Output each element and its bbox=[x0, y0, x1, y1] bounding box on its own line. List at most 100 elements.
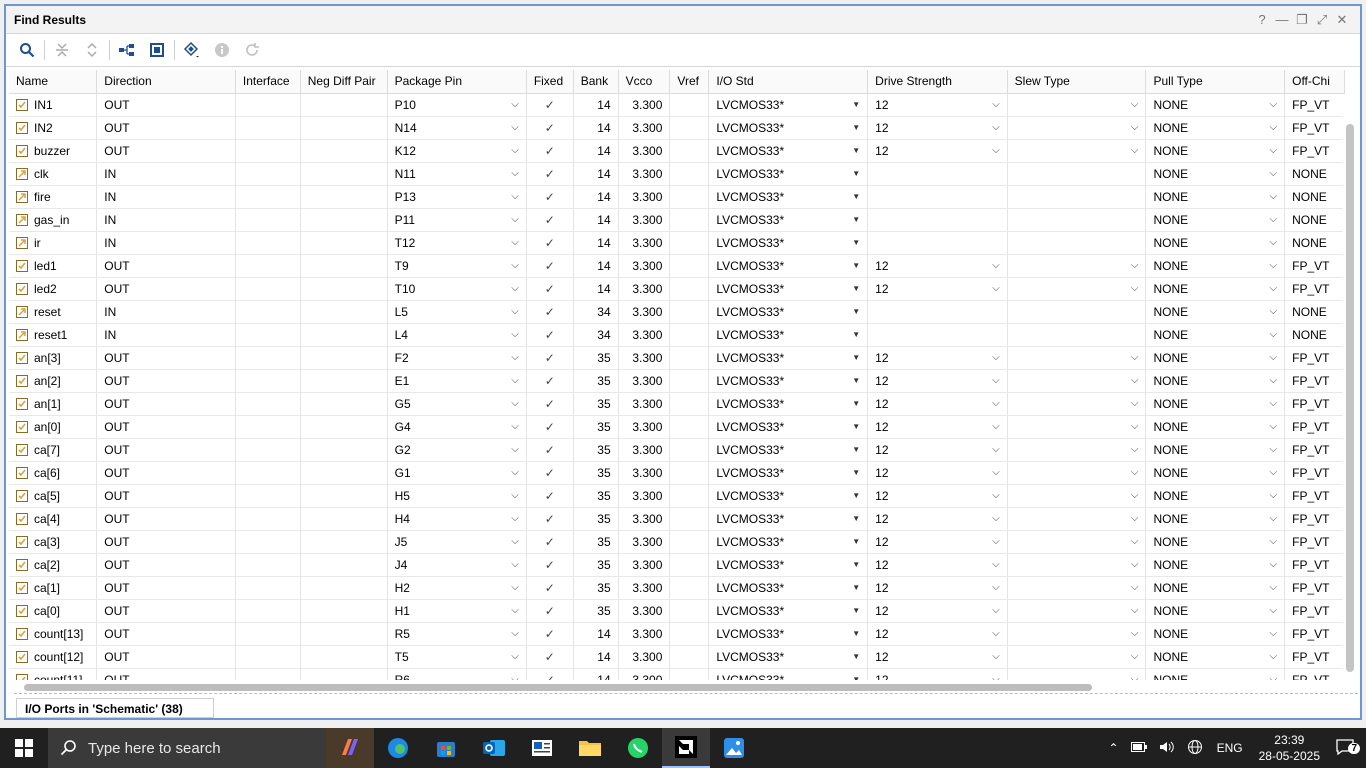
fixed-checkbox[interactable]: ✓ bbox=[526, 576, 574, 600]
taskbar-search-box[interactable]: Type here to search bbox=[48, 728, 326, 768]
package-pin-cell[interactable]: H4 ⌵ bbox=[387, 507, 527, 531]
neg-diff-pair-cell[interactable] bbox=[300, 507, 388, 531]
interface-cell[interactable] bbox=[235, 438, 301, 462]
chevron-down-icon[interactable]: ⌵ bbox=[511, 283, 519, 294]
drive-strength-cell[interactable]: 12 ⌵ bbox=[867, 93, 1008, 117]
direction-cell[interactable]: OUT bbox=[96, 116, 236, 140]
horizontal-scrollbar-thumb[interactable] bbox=[24, 684, 1092, 691]
chevron-down-icon[interactable]: ⌵ bbox=[992, 605, 1000, 616]
neg-diff-pair-cell[interactable] bbox=[300, 231, 388, 255]
column-header[interactable]: Off-Chi bbox=[1284, 70, 1345, 94]
results-tab[interactable]: I/O Ports in 'Schematic' (38) bbox=[16, 698, 214, 718]
table-row[interactable]: led2 OUT T10 ⌵ ✓ 14 3.300 LVCMOS33* ▼ 12 ⌵ … bbox=[9, 277, 1345, 301]
package-pin-cell[interactable]: J4 ⌵ bbox=[387, 553, 527, 577]
table-row[interactable]: IN1 OUT P10 ⌵ ✓ 14 3.300 LVCMOS33* ▼ 12 ⌵ ⌵… bbox=[9, 93, 1345, 117]
port-name-cell[interactable]: ca[7] bbox=[9, 438, 98, 462]
dropdown-arrow-icon[interactable]: ▼ bbox=[852, 376, 860, 385]
neg-diff-pair-cell[interactable] bbox=[300, 139, 388, 163]
drive-strength-cell[interactable]: 12 ⌵ bbox=[867, 277, 1008, 301]
port-name-cell[interactable]: count[13] bbox=[9, 622, 98, 646]
dropdown-arrow-icon[interactable]: ▼ bbox=[852, 514, 860, 523]
off-chip-termination-cell[interactable]: FP_VT bbox=[1284, 369, 1345, 393]
package-pin-cell[interactable]: T12 ⌵ bbox=[387, 231, 527, 255]
port-name-cell[interactable]: an[2] bbox=[9, 369, 98, 393]
neg-diff-pair-cell[interactable] bbox=[300, 484, 388, 508]
chevron-down-icon[interactable]: ⌵ bbox=[511, 536, 519, 547]
slew-type-cell[interactable] bbox=[1007, 208, 1147, 232]
group-icon[interactable] bbox=[142, 37, 172, 63]
package-pin-cell[interactable]: P11 ⌵ bbox=[387, 208, 527, 232]
slew-type-cell[interactable] bbox=[1007, 323, 1147, 347]
pull-type-cell[interactable]: NONE ⌵ bbox=[1145, 392, 1286, 416]
neg-diff-pair-cell[interactable] bbox=[300, 162, 388, 186]
off-chip-termination-cell[interactable]: NONE bbox=[1284, 231, 1345, 255]
neg-diff-pair-cell[interactable] bbox=[300, 392, 388, 416]
port-name-cell[interactable]: an[1] bbox=[9, 392, 98, 416]
table-row[interactable]: ca[5] OUT H5 ⌵ ✓ 35 3.300 LVCMOS33* ▼ 12 ⌵ … bbox=[9, 484, 1345, 508]
fixed-checkbox[interactable]: ✓ bbox=[526, 438, 574, 462]
neg-diff-pair-cell[interactable] bbox=[300, 576, 388, 600]
chevron-down-icon[interactable]: ⌵ bbox=[992, 375, 1000, 386]
chevron-down-icon[interactable]: ⌵ bbox=[1270, 513, 1278, 524]
package-pin-cell[interactable]: K12 ⌵ bbox=[387, 139, 527, 163]
autoplace-icon[interactable] bbox=[177, 37, 207, 63]
pull-type-cell[interactable]: NONE ⌵ bbox=[1145, 254, 1286, 278]
chevron-down-icon[interactable]: ⌵ bbox=[1131, 375, 1139, 386]
dropdown-arrow-icon[interactable]: ▼ bbox=[852, 606, 860, 615]
package-pin-cell[interactable]: G4 ⌵ bbox=[387, 415, 527, 439]
chevron-down-icon[interactable]: ⌵ bbox=[1131, 582, 1139, 593]
language-indicator[interactable]: ENG bbox=[1209, 741, 1251, 755]
table-row[interactable]: reset IN L5 ⌵ ✓ 34 3.300 LVCMOS33* ▼ NONE ⌵… bbox=[9, 300, 1345, 324]
package-pin-cell[interactable]: H1 ⌵ bbox=[387, 599, 527, 623]
chevron-down-icon[interactable]: ⌵ bbox=[1131, 490, 1139, 501]
chevron-down-icon[interactable]: ⌵ bbox=[992, 513, 1000, 524]
neg-diff-pair-cell[interactable] bbox=[300, 645, 388, 669]
table-row[interactable]: reset1 IN L4 ⌵ ✓ 34 3.300 LVCMOS33* ▼ NONE… bbox=[9, 323, 1345, 347]
direction-cell[interactable]: OUT bbox=[96, 415, 236, 439]
table-row[interactable]: clk IN N11 ⌵ ✓ 14 3.300 LVCMOS33* ▼ NONE ⌵ … bbox=[9, 162, 1345, 186]
pull-type-cell[interactable]: NONE ⌵ bbox=[1145, 208, 1286, 232]
table-row[interactable]: an[0] OUT G4 ⌵ ✓ 35 3.300 LVCMOS33* ▼ 12 ⌵ … bbox=[9, 415, 1345, 439]
chevron-down-icon[interactable]: ⌵ bbox=[1270, 536, 1278, 547]
slew-type-cell[interactable]: ⌵ bbox=[1007, 461, 1147, 485]
off-chip-termination-cell[interactable]: FP_VT bbox=[1284, 139, 1345, 163]
table-row[interactable]: gas_in IN P11 ⌵ ✓ 14 3.300 LVCMOS33* ▼ NON… bbox=[9, 208, 1345, 232]
chevron-down-icon[interactable]: ⌵ bbox=[1270, 260, 1278, 271]
io-std-cell[interactable]: LVCMOS33* ▼ bbox=[708, 553, 869, 577]
interface-cell[interactable] bbox=[235, 507, 301, 531]
chevron-down-icon[interactable]: ⌵ bbox=[1270, 329, 1278, 340]
port-name-cell[interactable]: ca[4] bbox=[9, 507, 98, 531]
port-name-cell[interactable]: IN2 bbox=[9, 116, 98, 140]
chevron-down-icon[interactable]: ⌵ bbox=[511, 582, 519, 593]
interface-cell[interactable] bbox=[235, 484, 301, 508]
chevron-down-icon[interactable]: ⌵ bbox=[1270, 122, 1278, 133]
table-row[interactable]: ca[2] OUT J4 ⌵ ✓ 35 3.300 LVCMOS33* ▼ 12 ⌵ … bbox=[9, 553, 1345, 577]
interface-cell[interactable] bbox=[235, 139, 301, 163]
store-icon[interactable] bbox=[422, 728, 470, 768]
pull-type-cell[interactable]: NONE ⌵ bbox=[1145, 530, 1286, 554]
table-row[interactable]: an[3] OUT F2 ⌵ ✓ 35 3.300 LVCMOS33* ▼ 12 ⌵ … bbox=[9, 346, 1345, 370]
chevron-down-icon[interactable]: ⌵ bbox=[1131, 421, 1139, 432]
package-pin-cell[interactable]: F2 ⌵ bbox=[387, 346, 527, 370]
photos-icon[interactable] bbox=[710, 728, 758, 768]
fixed-checkbox[interactable]: ✓ bbox=[526, 139, 574, 163]
interface-cell[interactable] bbox=[235, 415, 301, 439]
column-header[interactable]: Bank bbox=[573, 70, 619, 94]
chevron-down-icon[interactable]: ⌵ bbox=[1131, 352, 1139, 363]
interface-cell[interactable] bbox=[235, 323, 301, 347]
drive-strength-cell[interactable]: 12 ⌵ bbox=[867, 438, 1008, 462]
port-name-cell[interactable]: ca[2] bbox=[9, 553, 98, 577]
interface-cell[interactable] bbox=[235, 599, 301, 623]
io-std-cell[interactable]: LVCMOS33* ▼ bbox=[708, 645, 869, 669]
slew-type-cell[interactable] bbox=[1007, 300, 1147, 324]
chevron-down-icon[interactable]: ⌵ bbox=[992, 99, 1000, 110]
neg-diff-pair-cell[interactable] bbox=[300, 415, 388, 439]
chevron-down-icon[interactable]: ⌵ bbox=[1131, 99, 1139, 110]
io-std-cell[interactable]: LVCMOS33* ▼ bbox=[708, 622, 869, 646]
edge-icon[interactable] bbox=[374, 728, 422, 768]
off-chip-termination-cell[interactable]: FP_VT bbox=[1284, 553, 1345, 577]
slew-type-cell[interactable]: ⌵ bbox=[1007, 346, 1147, 370]
chevron-down-icon[interactable]: ⌵ bbox=[992, 536, 1000, 547]
interface-cell[interactable] bbox=[235, 346, 301, 370]
slew-type-cell[interactable]: ⌵ bbox=[1007, 507, 1147, 531]
